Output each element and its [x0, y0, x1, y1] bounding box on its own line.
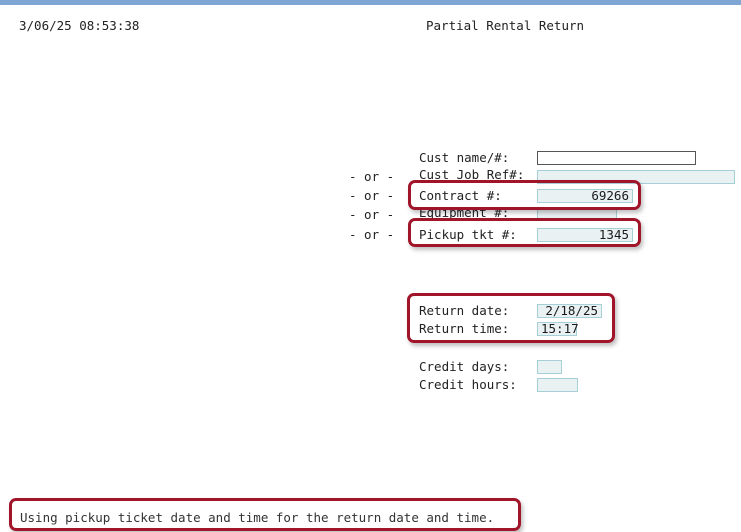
cust-job-ref-label: Cust Job Ref#:	[419, 167, 525, 182]
credit-hours-input[interactable]	[537, 378, 578, 392]
return-date-label: Return date:	[419, 303, 510, 318]
pickup-ticket-input[interactable]: 1345	[537, 228, 633, 242]
contract-input[interactable]: 69266	[537, 189, 633, 203]
or-label-4: - or -	[349, 227, 395, 242]
or-label-2: - or -	[349, 188, 395, 203]
credit-days-label: Credit days:	[419, 359, 510, 374]
return-time-input[interactable]: 15:17	[537, 322, 579, 336]
equipment-input[interactable]	[537, 207, 617, 221]
contract-label: Contract #:	[419, 188, 502, 203]
equipment-label: Equipment #:	[419, 205, 510, 220]
credit-hours-label: Credit hours:	[419, 377, 517, 392]
header-timestamp: 3/06/25 08:53:38	[19, 18, 140, 33]
cust-name-input[interactable]	[537, 151, 696, 165]
or-label-3: - or -	[349, 207, 395, 222]
pickup-ticket-label: Pickup tkt #:	[419, 227, 517, 242]
cust-job-ref-input[interactable]	[537, 170, 735, 184]
status-message: Using pickup ticket date and time for th…	[20, 510, 495, 525]
cust-name-label: Cust name/#:	[419, 150, 510, 165]
return-time-label: Return time:	[419, 321, 510, 336]
return-date-input[interactable]: 2/18/25	[537, 304, 602, 318]
page-title: Partial Rental Return	[426, 18, 585, 33]
top-accent-bar	[0, 0, 741, 5]
or-label-1: - or -	[349, 169, 395, 184]
credit-days-input[interactable]	[537, 360, 562, 374]
